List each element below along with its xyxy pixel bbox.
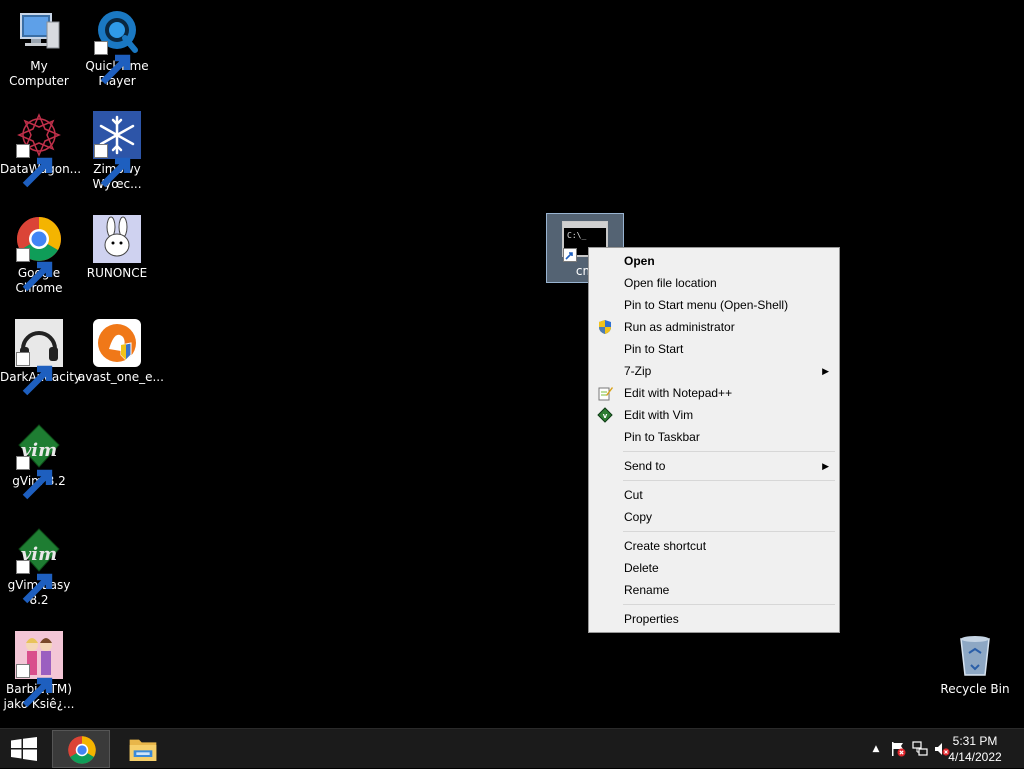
computer-icon	[15, 8, 63, 56]
shortcut-arrow-icon	[563, 248, 577, 262]
shortcut-arrow-icon	[94, 41, 131, 85]
shortcut-arrow-icon	[16, 664, 53, 708]
desktop-icon-my-computer[interactable]: My Computer	[0, 8, 78, 89]
desktop[interactable]: My Computer DataWagon... Google Chrome D…	[0, 0, 1024, 728]
tray-overflow-chevron-icon[interactable]: ▲	[868, 741, 884, 757]
menu-separator	[623, 451, 835, 452]
vim-icon: vim	[15, 423, 63, 500]
desktop-icon-google-chrome[interactable]: Google Chrome	[0, 215, 78, 296]
menu-item-label: Open file location	[624, 276, 717, 290]
desktop-icon-datawagon[interactable]: DataWagon...	[0, 111, 81, 188]
shortcut-arrow-icon	[16, 144, 53, 188]
taskbar-app-chrome[interactable]	[52, 730, 110, 768]
menu-item-open-file-location[interactable]: Open file location	[591, 272, 837, 294]
datawagon-icon	[15, 111, 63, 188]
menu-item-label: Open	[624, 254, 655, 268]
submenu-arrow-icon: ▶	[822, 461, 829, 471]
start-button[interactable]	[0, 729, 48, 769]
menu-item-pin-to-start-menu-open-shell[interactable]: Pin to Start menu (Open-Shell)	[591, 294, 837, 316]
menu-item-label: Properties	[624, 612, 679, 626]
desktop-icon-label: RUNONCE	[86, 266, 148, 280]
menu-item-label: Create shortcut	[624, 539, 707, 553]
desktop-icon-gvim-easy[interactable]: vim gVim Easy 8.2	[0, 527, 78, 608]
shortcut-arrow-icon	[16, 248, 53, 292]
menu-item-label: Pin to Start menu (Open-Shell)	[624, 298, 789, 312]
recycle-bin-icon	[951, 631, 999, 679]
menu-item-label: Delete	[624, 561, 659, 575]
system-tray: ▲ 5:31 PM 4/14/2022	[844, 729, 1024, 769]
windows-logo-icon	[11, 737, 37, 761]
svg-text:v: v	[603, 412, 608, 420]
menu-item-label: Run as administrator	[624, 320, 735, 334]
headphones-icon	[15, 319, 63, 396]
cmd-prompt-text: C:\_	[567, 231, 586, 240]
shortcut-arrow-icon	[16, 352, 53, 396]
shortcut-arrow-icon	[16, 560, 53, 604]
desktop-icon-avast[interactable]: avast_one_e...	[78, 319, 164, 385]
taskbar-clock[interactable]: 5:31 PM 4/14/2022	[940, 733, 1010, 765]
menu-item-copy[interactable]: Copy	[591, 506, 837, 528]
menu-separator	[623, 604, 835, 605]
menu-item-send-to[interactable]: Send to ▶	[591, 455, 837, 477]
menu-item-label: Cut	[624, 488, 643, 502]
folder-icon	[129, 739, 157, 761]
desktop-icon-runonce[interactable]: RUNONCE	[78, 215, 156, 281]
action-center-flag-icon[interactable]	[890, 741, 906, 757]
menu-separator	[623, 531, 835, 532]
bunny-icon	[93, 215, 141, 263]
menu-item-create-shortcut[interactable]: Create shortcut	[591, 535, 837, 557]
menu-item-label: Rename	[624, 583, 670, 597]
vim-icon: vim	[15, 527, 63, 604]
snowflake-icon	[93, 111, 141, 188]
menu-item-7-zip[interactable]: 7-Zip ▶	[591, 360, 837, 382]
menu-item-cut[interactable]: Cut	[591, 484, 837, 506]
menu-item-open[interactable]: Open	[591, 250, 837, 272]
desktop-icon-barbie[interactable]: Barbie(TM) jako Ksiê¿...	[0, 631, 78, 712]
clock-date: 4/14/2022	[948, 750, 1002, 764]
desktop-icon-label: My Computer	[9, 59, 69, 88]
desktop-icon-label: Recycle Bin	[940, 682, 1010, 696]
uac-shield-icon	[597, 319, 613, 335]
menu-item-properties[interactable]: Properties	[591, 608, 837, 630]
menu-item-edit-with-notepadpp[interactable]: Edit with Notepad++	[591, 382, 837, 404]
notepadpp-icon	[597, 385, 613, 401]
taskbar-app-file-explorer[interactable]	[114, 730, 172, 768]
shortcut-arrow-icon	[94, 144, 131, 188]
context-menu: Open Open file location Pin to Start men…	[588, 247, 840, 633]
menu-item-label: Send to	[624, 459, 666, 473]
taskbar: ▲ 5:31 PM 4/14/2022	[0, 728, 1024, 768]
clock-time: 5:31 PM	[952, 734, 998, 748]
desktop-icon-darkaudacity[interactable]: DarkAudacity	[0, 319, 81, 396]
chrome-icon	[15, 215, 63, 292]
avast-icon	[93, 319, 141, 367]
desktop-icon-gvim[interactable]: vim gVim 8.2	[0, 423, 78, 500]
desktop-icon-quicktime[interactable]: QuickTime Player	[78, 8, 156, 89]
menu-separator	[623, 480, 835, 481]
menu-item-edit-with-vim[interactable]: v Edit with Vim	[591, 404, 837, 426]
menu-item-label: Edit with Vim	[624, 408, 694, 422]
network-icon[interactable]	[912, 741, 928, 757]
menu-item-label: 7-Zip	[624, 364, 652, 378]
menu-item-label: Pin to Taskbar	[624, 430, 700, 444]
shortcut-arrow-icon	[16, 456, 53, 500]
chrome-icon	[68, 736, 96, 764]
menu-item-label: Copy	[624, 510, 653, 524]
quicktime-icon	[93, 8, 141, 85]
menu-item-delete[interactable]: Delete	[591, 557, 837, 579]
menu-item-pin-to-start[interactable]: Pin to Start	[591, 338, 837, 360]
menu-item-label: Edit with Notepad++	[624, 386, 733, 400]
desktop-icon-recycle-bin[interactable]: Recycle Bin	[936, 631, 1014, 697]
desktop-icon-zimowy[interactable]: Zimowy Wyœc...	[78, 111, 156, 192]
submenu-arrow-icon: ▶	[822, 366, 829, 376]
vim-small-icon: v	[597, 407, 613, 423]
menu-item-pin-to-taskbar[interactable]: Pin to Taskbar	[591, 426, 837, 448]
menu-item-rename[interactable]: Rename	[591, 579, 837, 601]
menu-item-run-as-administrator[interactable]: Run as administrator	[591, 316, 837, 338]
barbie-icon	[15, 631, 63, 708]
desktop-icon-label: avast_one_e...	[78, 370, 164, 384]
menu-item-label: Pin to Start	[624, 342, 684, 356]
